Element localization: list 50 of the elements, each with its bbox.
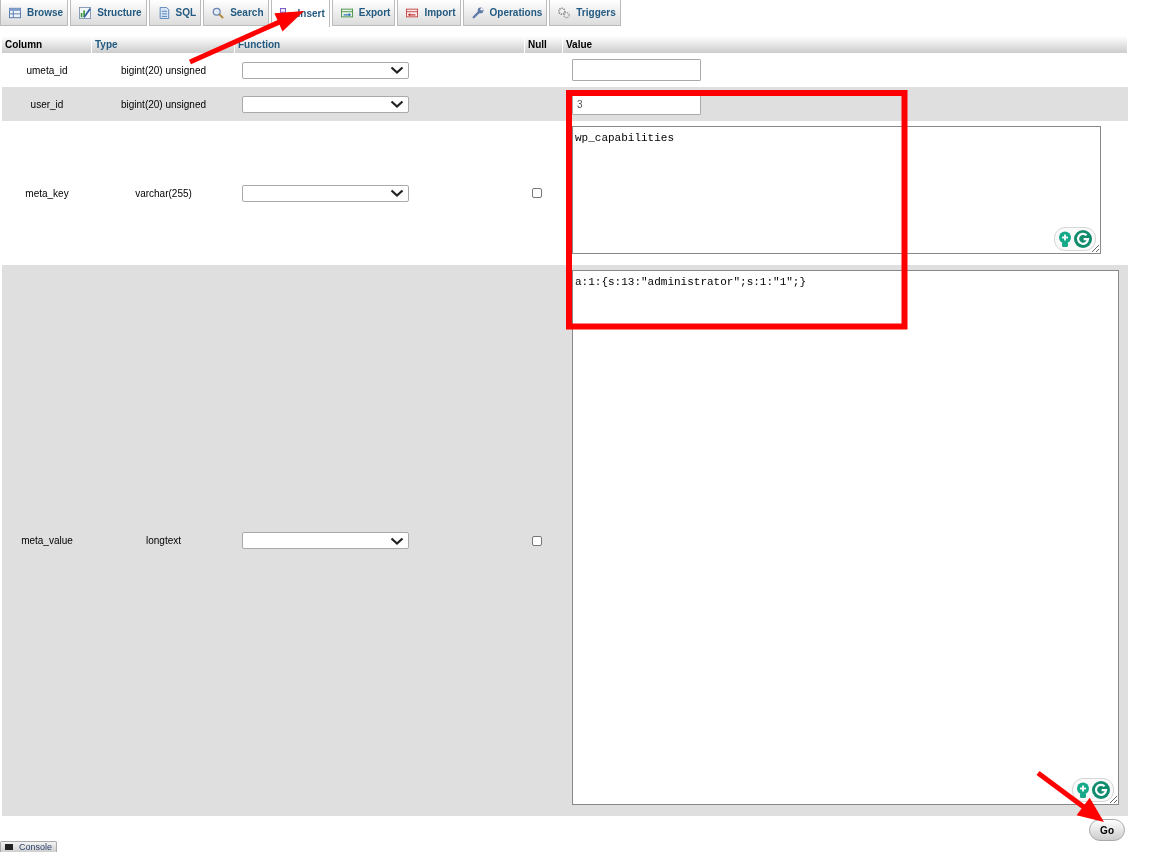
document-icon xyxy=(157,6,170,19)
lightbulb-icon xyxy=(1076,782,1090,798)
g-circle-icon xyxy=(1092,781,1110,799)
pencil-chart-icon xyxy=(79,6,92,19)
function-select[interactable] xyxy=(242,95,409,113)
chevron-down-icon xyxy=(390,536,404,545)
tab[interactable]: Triggers xyxy=(549,0,621,26)
tab[interactable]: Search xyxy=(203,0,269,26)
function-select[interactable] xyxy=(242,61,409,79)
column-name: umeta_id xyxy=(26,64,68,76)
console-button[interactable]: Console xyxy=(0,841,58,852)
lightbulb-icon xyxy=(1058,231,1072,247)
column-header-link[interactable]: Function xyxy=(238,39,281,50)
chevron-down-icon xyxy=(390,66,404,74)
value-input[interactable] xyxy=(572,59,701,81)
value-textarea[interactable]: a:1:{s:13:"administrator";s:1:"1";} xyxy=(572,270,1119,805)
tab[interactable]: Export xyxy=(331,0,396,26)
g-circle-icon xyxy=(1074,230,1092,248)
terminal-icon xyxy=(5,844,13,850)
column-header: Column xyxy=(5,39,43,50)
function-select[interactable] xyxy=(242,184,409,202)
function-select[interactable] xyxy=(242,532,409,549)
gears-icon xyxy=(558,6,571,19)
assistant-widget[interactable] xyxy=(1054,227,1096,251)
column-name: meta_key xyxy=(25,187,69,199)
assistant-widget[interactable] xyxy=(1072,778,1114,802)
table-icon xyxy=(9,6,21,19)
value-textarea[interactable]: wp_capabilities xyxy=(572,126,1101,254)
data-type: varchar(255) xyxy=(135,187,192,199)
data-type: longtext xyxy=(146,535,181,546)
annotation-arrow xyxy=(1036,771,1104,822)
tab[interactable]: SQL xyxy=(148,0,202,26)
data-type: bigint(20) unsigned xyxy=(120,64,207,76)
wrench-icon xyxy=(471,6,484,19)
tab[interactable]: Import xyxy=(397,0,461,26)
column-header-link[interactable]: Type xyxy=(95,39,118,50)
column-header: Value xyxy=(566,39,593,50)
search-icon xyxy=(212,6,225,19)
column-header: Null xyxy=(528,39,547,50)
null-checkbox[interactable] xyxy=(532,188,542,198)
column-name: user_id xyxy=(30,98,64,110)
chevron-down-icon xyxy=(390,189,404,197)
chevron-down-icon xyxy=(390,100,404,108)
null-checkbox[interactable] xyxy=(532,535,542,546)
tab[interactable]: Browse xyxy=(0,0,69,26)
tab[interactable]: Operations xyxy=(462,0,548,26)
data-type: bigint(20) unsigned xyxy=(120,98,207,110)
tab[interactable]: Structure xyxy=(70,0,147,26)
go-button[interactable]: Go xyxy=(1089,819,1125,841)
column-name: meta_value xyxy=(21,535,73,546)
